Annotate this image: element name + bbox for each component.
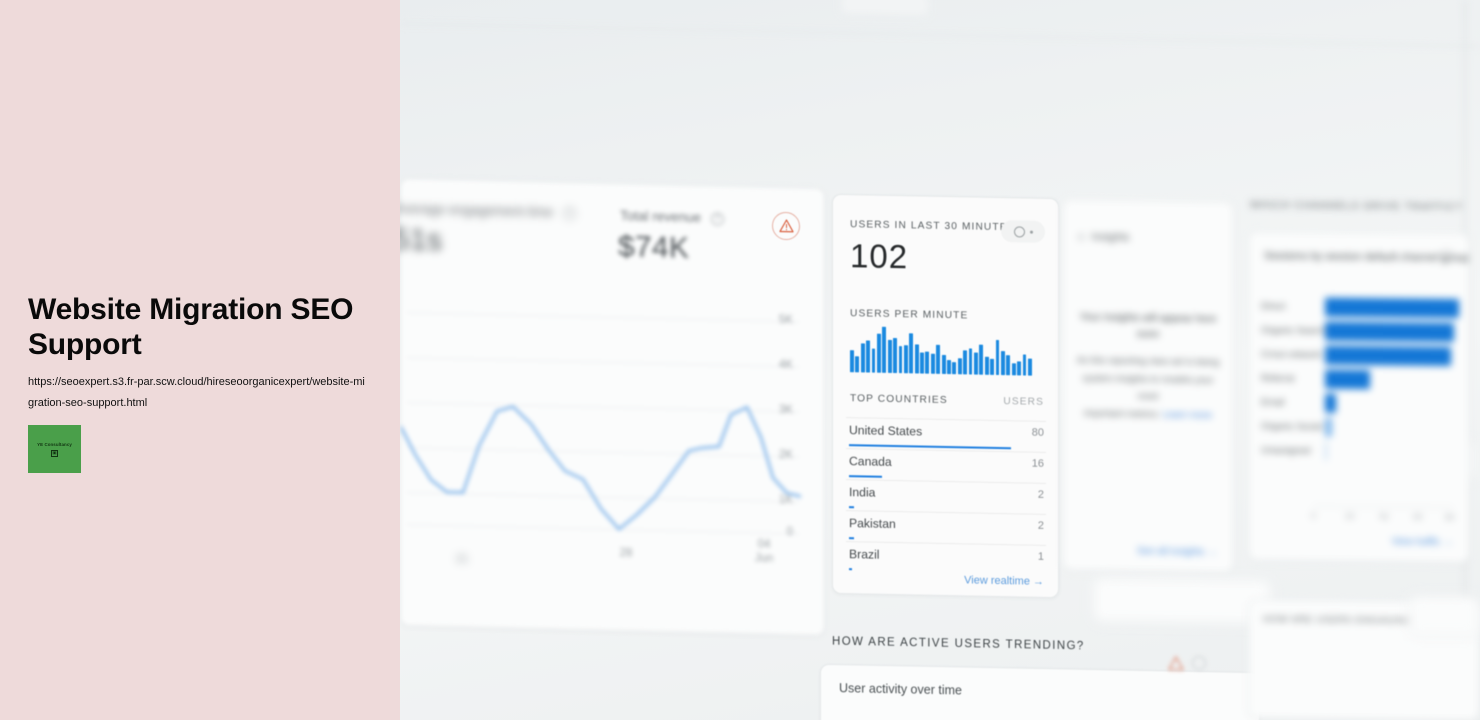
country-name: Pakistan bbox=[849, 516, 896, 532]
top-countries-caption: TOP COUNTRIES bbox=[850, 393, 948, 407]
x-tick-60: 60 bbox=[1413, 511, 1423, 522]
user-activity-card: User activity over time bbox=[820, 663, 1260, 720]
insights-body-line-2: system insights to models your most bbox=[1082, 372, 1214, 403]
insights-body-line-1: As this reporting view set is being bbox=[1076, 354, 1220, 369]
country-meter bbox=[849, 568, 852, 571]
channel-bar bbox=[1325, 345, 1451, 366]
country-users: 2 bbox=[1037, 488, 1044, 501]
channel-label: Direct bbox=[1261, 299, 1286, 312]
insights-card: ◇ Insights Your insights will appear here… bbox=[1062, 198, 1234, 574]
realtime-clock-icon bbox=[1013, 225, 1025, 238]
metric-label-engagement: Average engagement time ? bbox=[400, 201, 576, 221]
country-name: United States bbox=[849, 423, 923, 439]
user-activity-title: User activity over time bbox=[839, 681, 962, 698]
country-row-pakistan[interactable]: Pakistan 2 bbox=[846, 510, 1046, 545]
channel-bar bbox=[1325, 393, 1336, 413]
x-tick-21: 21 bbox=[455, 553, 469, 566]
realtime-options-pill[interactable] bbox=[1001, 220, 1045, 243]
channel-label: Organic Social bbox=[1261, 419, 1322, 432]
x-tick-0: 0 bbox=[1311, 510, 1316, 521]
x-tick-28: 28 bbox=[619, 547, 633, 560]
country-row-india[interactable]: India 2 bbox=[846, 479, 1046, 514]
brand-name: YE Consultancy bbox=[37, 441, 72, 447]
see-all-insights-link[interactable]: See all insights → bbox=[1137, 546, 1217, 558]
country-row-brazil[interactable]: Brazil 1 bbox=[846, 541, 1046, 576]
alert-badge[interactable] bbox=[772, 211, 800, 241]
country-name: Brazil bbox=[849, 547, 880, 562]
x-tick-40: 40 bbox=[1379, 511, 1389, 522]
realtime-users-value: 102 bbox=[850, 237, 909, 276]
engagement-card-title: HOW ARE USERS ENGAGING? bbox=[1263, 613, 1419, 627]
realtime-more-dot-icon bbox=[1029, 230, 1033, 234]
country-users: 80 bbox=[1031, 426, 1044, 439]
country-users: 1 bbox=[1037, 550, 1044, 563]
channel-bar bbox=[1325, 321, 1454, 342]
help-icon-channels[interactable] bbox=[1440, 249, 1453, 263]
channels-x-axis bbox=[1313, 505, 1453, 508]
help-icon-revenue[interactable]: ? bbox=[710, 212, 724, 226]
realtime-users-caption: USERS IN LAST 30 MINUTES bbox=[850, 219, 1016, 234]
channel-label: Email bbox=[1261, 395, 1285, 408]
active-users-section-heading: HOW ARE ACTIVE USERS TRENDING? bbox=[832, 635, 1085, 653]
brand-logo: YE Consultancy ▣ bbox=[28, 425, 81, 473]
channel-bar bbox=[1325, 369, 1370, 390]
country-row-canada[interactable]: Canada 16 bbox=[846, 448, 1046, 483]
country-users: 16 bbox=[1031, 457, 1044, 470]
secondary-card-a bbox=[1092, 576, 1272, 626]
bottom-help-icon[interactable] bbox=[1192, 655, 1206, 671]
page-title: Website Migration SEO Support bbox=[28, 293, 354, 362]
country-name: Canada bbox=[849, 454, 892, 469]
country-meter bbox=[849, 537, 854, 540]
metric-value-revenue: $74K bbox=[618, 230, 690, 265]
channel-label: Organic Search bbox=[1261, 323, 1327, 336]
x-tick-04-jun: 04 Jun bbox=[754, 538, 774, 566]
x-tick-20: 20 bbox=[1345, 510, 1355, 521]
insights-learn-more-link[interactable]: Learn more bbox=[1163, 409, 1212, 421]
channels-section-heading: WHICH CHANNELS DRIVE TRAFFIC? bbox=[1250, 198, 1463, 214]
window-divider bbox=[400, 22, 1480, 48]
channel-label: Cross-network bbox=[1261, 347, 1322, 360]
users-per-minute-bars bbox=[850, 326, 1032, 376]
insights-body-line-3: important metrics. bbox=[1084, 408, 1161, 421]
insights-body: As this reporting view set is being syst… bbox=[1075, 352, 1221, 425]
realtime-users-card: USERS IN LAST 30 MINUTES 102 USERS PER M… bbox=[832, 193, 1059, 599]
users-per-minute-caption: USERS PER MINUTE bbox=[850, 308, 969, 322]
bottom-alert-badge[interactable] bbox=[1168, 656, 1184, 672]
metric-value-engagement: 51s bbox=[400, 222, 443, 257]
country-meter bbox=[849, 475, 882, 478]
channel-bar bbox=[1325, 297, 1459, 319]
channel-bar bbox=[1325, 417, 1332, 437]
metric-chart-card: Average engagement time ? 51s Total reve… bbox=[400, 178, 825, 637]
window-tab-strip bbox=[840, 0, 930, 17]
country-name: India bbox=[849, 485, 876, 500]
brand-mark-icon: ▣ bbox=[51, 449, 58, 457]
channels-chart-title: Sessions by session default channel grou… bbox=[1264, 250, 1469, 265]
metric-label-revenue: Total revenue ? bbox=[620, 208, 724, 226]
insights-title: Your insights will appear here soon bbox=[1079, 310, 1217, 340]
channels-barchart-card: Sessions by session default channel grou… bbox=[1248, 230, 1470, 564]
left-info-panel: Website Migration SEO Support https://se… bbox=[0, 0, 400, 720]
help-icon-engagement[interactable]: ? bbox=[562, 206, 576, 221]
insights-header: ◇ Insights bbox=[1077, 230, 1130, 244]
country-row-united-states[interactable]: United States 80 bbox=[846, 417, 1046, 452]
warning-triangle-icon bbox=[778, 219, 794, 233]
channel-label: Unassigned bbox=[1261, 443, 1311, 456]
warning-triangle-icon bbox=[1168, 656, 1184, 671]
view-traffic-link[interactable]: View traffic → bbox=[1392, 536, 1453, 548]
sparkle-icon: ◇ bbox=[1077, 230, 1086, 244]
view-realtime-link[interactable]: View realtime → bbox=[964, 574, 1044, 588]
users-column-header: USERS bbox=[1003, 396, 1044, 408]
page-url[interactable]: https://seoexpert.s3.fr-par.scw.cloud/hi… bbox=[28, 372, 368, 414]
country-users: 2 bbox=[1037, 519, 1044, 532]
channel-label: Referral bbox=[1261, 371, 1295, 384]
channel-bar bbox=[1325, 441, 1327, 461]
country-meter bbox=[849, 506, 854, 509]
dashboard-photo: Average engagement time ? 51s Total reve… bbox=[400, 0, 1480, 720]
secondary-card-c bbox=[1408, 595, 1480, 637]
sessions-line-chart bbox=[401, 404, 801, 531]
x-tick-80: 80 bbox=[1445, 511, 1455, 523]
